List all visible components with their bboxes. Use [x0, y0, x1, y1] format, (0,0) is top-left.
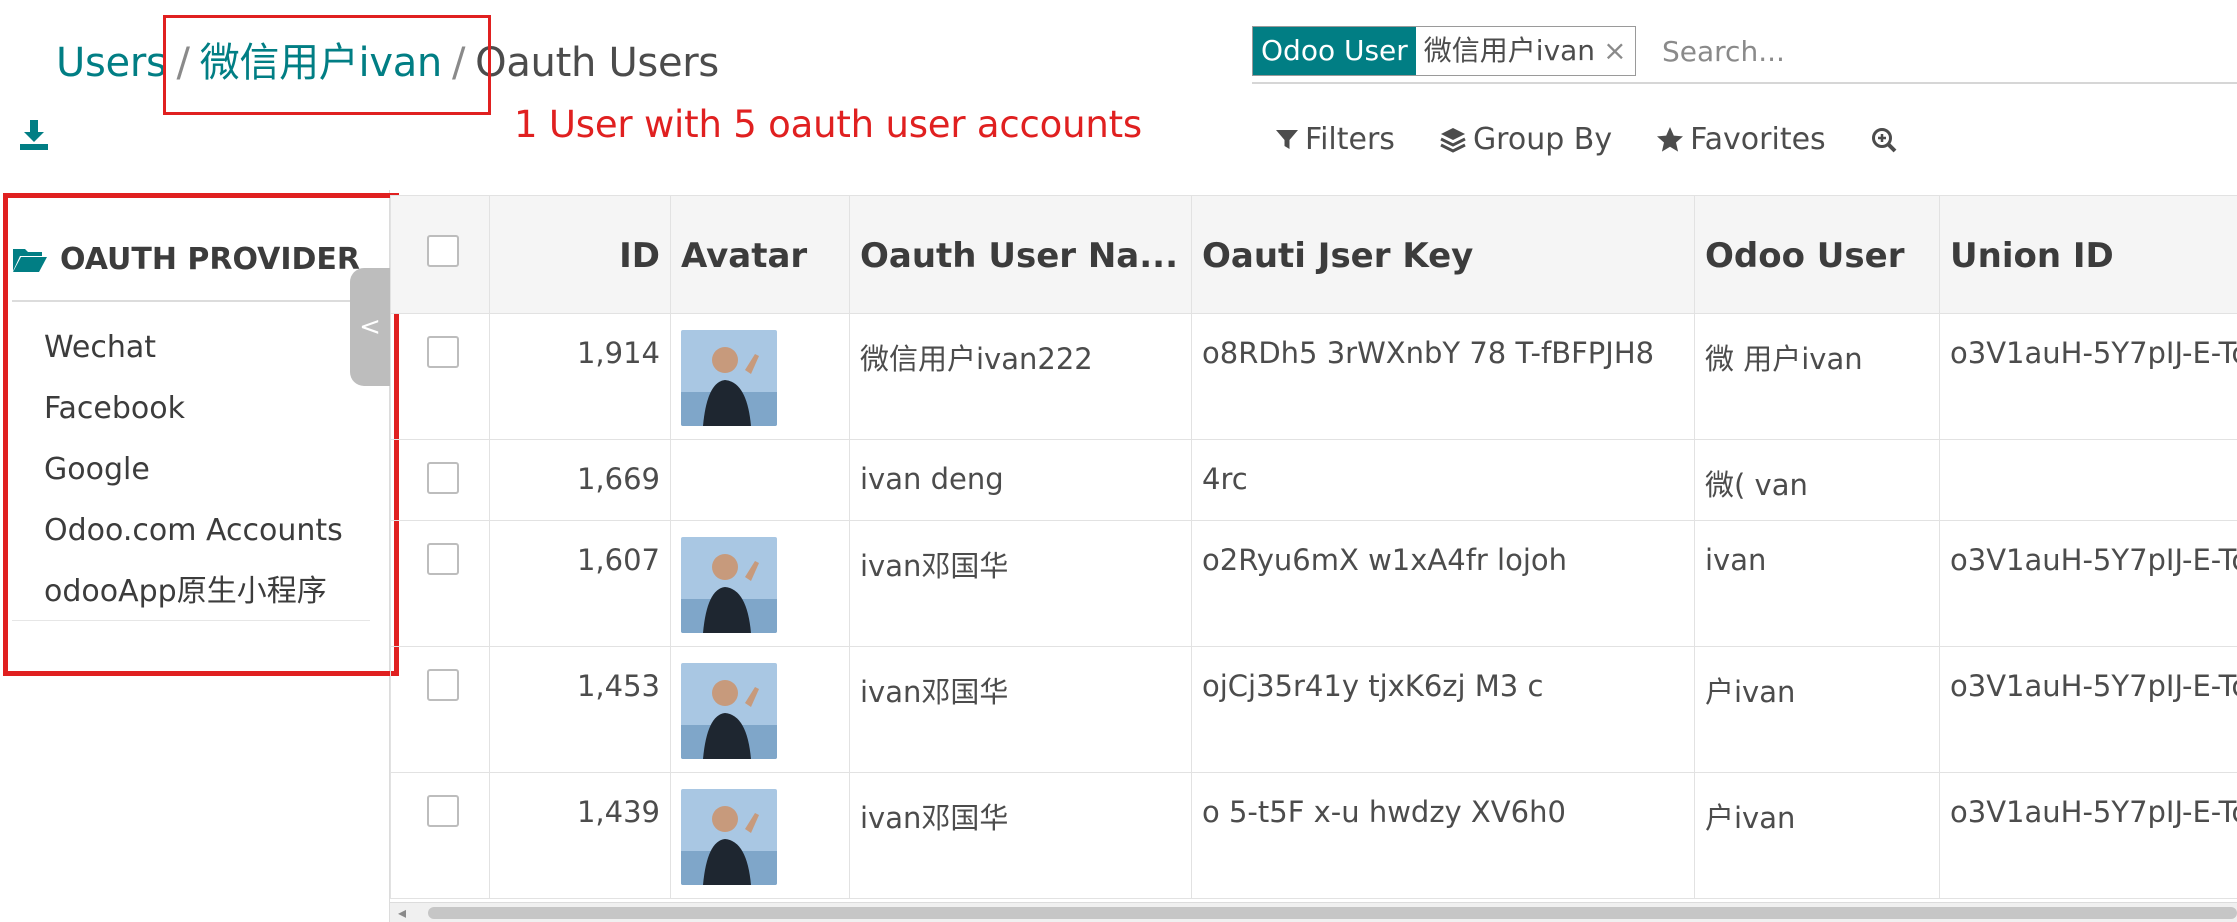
- cell-oauth-user-name: ivan deng: [849, 439, 1192, 521]
- cell-odoo-user: 微 用户ivan: [1694, 313, 1940, 440]
- scroll-left-icon[interactable]: ◂: [398, 903, 406, 922]
- column-header-union-id[interactable]: Union ID: [1939, 195, 2237, 314]
- cell-avatar: [670, 520, 850, 647]
- group-by-button[interactable]: Group By: [1439, 122, 1612, 157]
- annotation-highlight-box: [3, 193, 399, 676]
- annotation-text: 1 User with 5 oauth user accounts: [514, 103, 1142, 146]
- filters-button[interactable]: Filters: [1275, 122, 1395, 157]
- row-checkbox[interactable]: [427, 543, 459, 575]
- avatar: [681, 330, 777, 426]
- favorites-label: Favorites: [1690, 122, 1826, 157]
- cell-oauth-user-key: o2Ryu6mX w1xA4fr lojoh: [1191, 520, 1695, 647]
- row-checkbox[interactable]: [427, 795, 459, 827]
- select-all-cell: [390, 195, 490, 314]
- table-row[interactable]: 1,914 微信用户ivan222 o8RDh5 3rWXnbY 78 T-fB…: [390, 313, 2237, 440]
- row-select-cell: [390, 646, 490, 773]
- breadcrumb-users-link[interactable]: Users: [56, 40, 167, 86]
- layers-icon: [1440, 127, 1466, 153]
- filters-label: Filters: [1305, 122, 1395, 157]
- cell-avatar: [670, 439, 850, 521]
- avatar: [681, 537, 777, 633]
- facet-value: 微信用户ivan ×: [1415, 27, 1635, 75]
- cell-oauth-user-name: ivan邓国华: [849, 520, 1192, 647]
- row-checkbox[interactable]: [427, 669, 459, 701]
- horizontal-scrollbar[interactable]: ◂: [390, 902, 2237, 922]
- favorites-button[interactable]: Favorites: [1656, 122, 1826, 157]
- cell-avatar: [670, 772, 850, 899]
- column-header-oauth-user-name[interactable]: Oauth User Na...: [849, 195, 1192, 314]
- breadcrumb-current: Oauth Users: [475, 40, 719, 86]
- search-bar: Odoo User 微信用户ivan ×: [1252, 26, 2237, 84]
- zoom-button[interactable]: [1870, 122, 1898, 157]
- group-by-label: Group By: [1472, 122, 1613, 157]
- cell-id: 1,669: [489, 439, 671, 521]
- column-header-odoo-user[interactable]: Odoo User: [1694, 195, 1940, 314]
- oauth-users-table: ID Avatar Oauth User Na... Oauti Jser Ke…: [390, 195, 2237, 899]
- table-header-row: ID Avatar Oauth User Na... Oauti Jser Ke…: [390, 195, 2237, 314]
- cell-union-id: o3V1auH-5Y7pIJ-E-Tc: [1939, 520, 2237, 647]
- cell-oauth-user-key: ojCj35r41y tjxK6zj M3 c: [1191, 646, 1695, 773]
- cell-union-id: o3V1auH-5Y7pIJ-E-Tc: [1939, 313, 2237, 440]
- cell-oauth-user-key: o8RDh5 3rWXnbY 78 T-fBFPJH8: [1191, 313, 1695, 440]
- cell-id: 1,607: [489, 520, 671, 647]
- cell-odoo-user: 户ivan: [1694, 646, 1940, 773]
- search-options-bar: Filters Group By Favorites: [1275, 122, 1898, 157]
- row-select-cell: [390, 772, 490, 899]
- cell-oauth-user-name: ivan邓国华: [849, 772, 1192, 899]
- row-checkbox[interactable]: [427, 462, 459, 494]
- column-header-avatar[interactable]: Avatar: [670, 195, 850, 314]
- zoom-icon: [1871, 127, 1897, 152]
- download-icon[interactable]: [18, 118, 50, 152]
- table-row[interactable]: 1,669 ivan deng 4rc 微( van: [390, 439, 2237, 521]
- cell-avatar: [670, 646, 850, 773]
- annotation-highlight-box: [163, 15, 491, 115]
- cell-oauth-user-key: o 5-t5F x-u hwdzy XV6h0: [1191, 772, 1695, 899]
- cell-odoo-user: 户ivan: [1694, 772, 1940, 899]
- facet-label: Odoo User: [1253, 27, 1416, 75]
- cell-id: 1,453: [489, 646, 671, 773]
- search-facet: Odoo User 微信用户ivan ×: [1252, 26, 1636, 76]
- cell-avatar: [670, 313, 850, 440]
- star-icon: [1657, 126, 1684, 152]
- cell-odoo-user: ivan: [1694, 520, 1940, 647]
- cell-union-id: o3V1auH-5Y7pIJ-E-Tc: [1939, 646, 2237, 773]
- table-row[interactable]: 1,439 ivan邓国华 o 5-t5F x-u hwdzy XV6h0 户i…: [390, 772, 2237, 899]
- oauth-users-list: ID Avatar Oauth User Na... Oauti Jser Ke…: [390, 195, 2237, 922]
- row-checkbox[interactable]: [427, 336, 459, 368]
- cell-oauth-user-name: ivan邓国华: [849, 646, 1192, 773]
- cell-union-id: o3V1auH-5Y7pIJ-E-Tc: [1939, 772, 2237, 899]
- cell-id: 1,439: [489, 772, 671, 899]
- scrollbar-thumb[interactable]: [428, 907, 2237, 919]
- cell-oauth-user-key: 4rc: [1191, 439, 1695, 521]
- row-select-cell: [390, 313, 490, 440]
- avatar: [681, 663, 777, 759]
- table-row[interactable]: 1,453 ivan邓国华 ojCj35r41y tjxK6zj M3 c 户i…: [390, 646, 2237, 773]
- cell-id: 1,914: [489, 313, 671, 440]
- cell-oauth-user-name: 微信用户ivan222: [849, 313, 1192, 440]
- search-input[interactable]: [1662, 28, 2222, 74]
- cell-union-id: [1939, 439, 2237, 521]
- cell-odoo-user: 微( van: [1694, 439, 1940, 521]
- facet-remove-icon[interactable]: ×: [1603, 34, 1626, 67]
- table-row[interactable]: 1,607 ivan邓国华 o2Ryu6mX w1xA4fr lojoh iva…: [390, 520, 2237, 647]
- facet-value-text: 微信用户ivan: [1423, 34, 1596, 67]
- column-header-oauth-user-key[interactable]: Oauti Jser Key: [1191, 195, 1695, 314]
- row-select-cell: [390, 520, 490, 647]
- column-header-id[interactable]: ID: [489, 195, 671, 314]
- row-select-cell: [390, 439, 490, 521]
- filter-icon: [1276, 129, 1298, 149]
- select-all-checkbox[interactable]: [427, 235, 459, 267]
- avatar: [681, 789, 777, 885]
